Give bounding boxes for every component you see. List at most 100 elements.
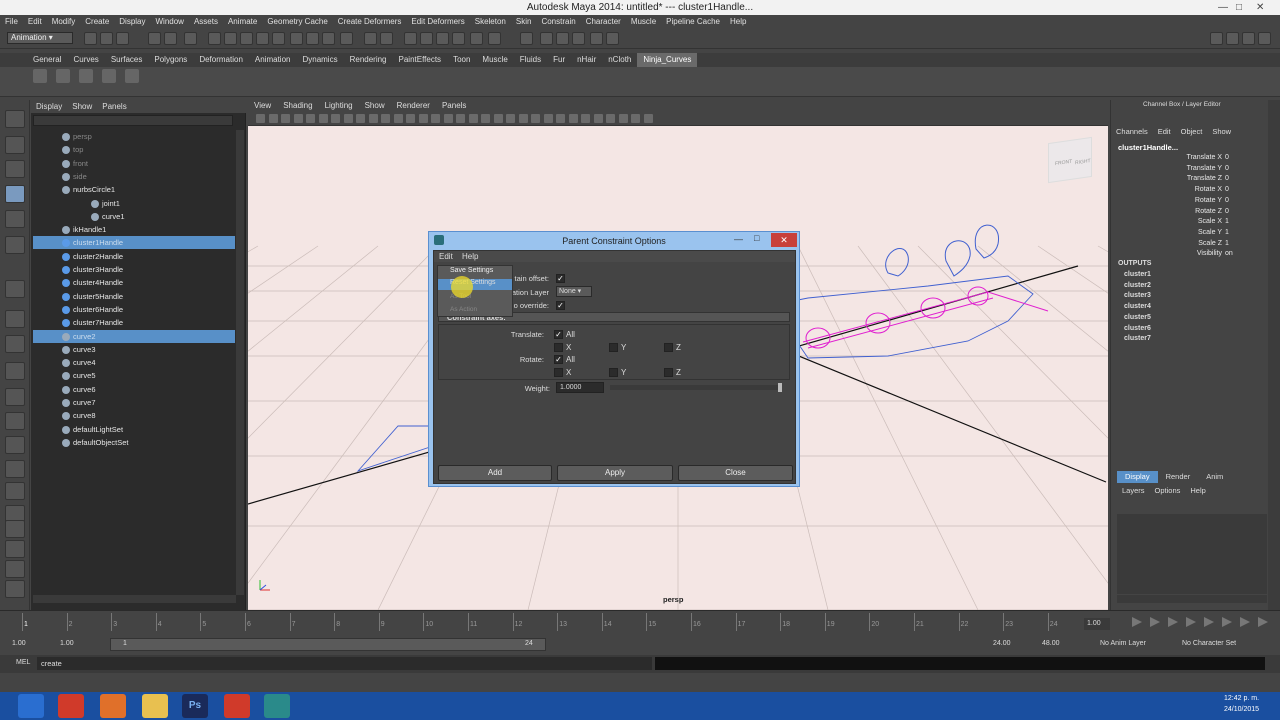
outliner-row[interactable]: curve4 bbox=[33, 356, 235, 369]
viewport-tool-icon[interactable] bbox=[418, 114, 428, 123]
output-item[interactable]: cluster1 bbox=[1124, 271, 1151, 278]
cmd-input[interactable]: create bbox=[37, 657, 652, 670]
outliner-row[interactable]: defaultObjectSet bbox=[33, 436, 235, 449]
toolbox-tool-icon[interactable] bbox=[5, 110, 25, 128]
statusline-tool-icon[interactable] bbox=[364, 32, 377, 45]
outliner-row[interactable]: curve7 bbox=[33, 396, 235, 409]
menu-skeleton[interactable]: Skeleton bbox=[470, 15, 511, 29]
apply-button[interactable]: Apply bbox=[557, 465, 673, 481]
layer-tab-anim[interactable]: Anim bbox=[1198, 471, 1231, 483]
channel-attr-row[interactable]: Rotate X0 bbox=[1151, 185, 1236, 195]
viewport-tool-icon[interactable] bbox=[381, 114, 390, 123]
step-back-icon[interactable] bbox=[1150, 617, 1160, 627]
dialog-menu-help[interactable]: Help bbox=[462, 252, 478, 261]
outliner-row[interactable]: curve2 bbox=[33, 329, 235, 343]
outliner-scrollbar[interactable] bbox=[236, 130, 244, 595]
channel-attr-row[interactable]: Scale Y1 bbox=[1151, 228, 1236, 238]
statusline-tool-icon[interactable] bbox=[184, 32, 197, 45]
statusline-tool-icon[interactable] bbox=[556, 32, 569, 45]
outliner-row[interactable]: nurbsCircle1 bbox=[33, 183, 235, 196]
add-button[interactable]: Add bbox=[438, 465, 552, 481]
statusline-tool-icon[interactable] bbox=[208, 32, 221, 45]
shelf-tab-surfaces[interactable]: Surfaces bbox=[105, 53, 149, 67]
viewport-tool-icon[interactable] bbox=[256, 114, 265, 123]
statusline-tool-icon[interactable] bbox=[380, 32, 393, 45]
outliner-row[interactable]: cluster6Handle bbox=[33, 303, 235, 316]
key-fwd-icon[interactable] bbox=[1222, 617, 1232, 627]
viewport-tool-icon[interactable] bbox=[443, 114, 453, 123]
viewport-menu-panels[interactable]: Panels bbox=[436, 100, 472, 112]
toolbox-tool-icon[interactable] bbox=[5, 482, 25, 500]
menu-save-settings[interactable]: Save Settings bbox=[450, 267, 493, 274]
output-item[interactable]: cluster3 bbox=[1124, 292, 1151, 299]
mode-selector[interactable]: Animation ▾ bbox=[7, 32, 73, 44]
menu-create-deformers[interactable]: Create Deformers bbox=[333, 15, 407, 29]
toolbox-tool-icon[interactable] bbox=[5, 280, 25, 298]
output-item[interactable]: cluster6 bbox=[1124, 325, 1151, 332]
rotate-x-checkbox[interactable] bbox=[554, 368, 563, 377]
anim-layer-select[interactable]: No Anim Layer bbox=[1100, 640, 1146, 647]
menu-edit-deformers[interactable]: Edit Deformers bbox=[406, 15, 469, 29]
statusline-tool-icon[interactable] bbox=[116, 32, 129, 45]
output-item[interactable]: cluster2 bbox=[1124, 282, 1151, 289]
channel-attr-row[interactable]: Translate X0 bbox=[1151, 153, 1236, 163]
shelf-tab-ninja-curves[interactable]: Ninja_Curves bbox=[637, 53, 698, 67]
dialog-close-icon[interactable]: ✕ bbox=[771, 233, 797, 247]
viewport-tool-icon[interactable] bbox=[581, 114, 590, 123]
channel-attr-row[interactable]: Rotate Y0 bbox=[1151, 196, 1236, 206]
viewport-menu-lighting[interactable]: Lighting bbox=[319, 100, 359, 112]
rotate-z-checkbox[interactable] bbox=[664, 368, 673, 377]
toolbox-tool-icon[interactable] bbox=[5, 136, 25, 154]
range-end-field[interactable]: 24.00 bbox=[993, 640, 1011, 647]
outliner-row[interactable]: cluster7Handle bbox=[33, 316, 235, 329]
outliner-menu-panels[interactable]: Panels bbox=[97, 100, 131, 113]
statusline-tool-icon[interactable] bbox=[590, 32, 603, 45]
toolbox-tool-icon[interactable] bbox=[5, 160, 25, 178]
statusline-tool-icon[interactable] bbox=[256, 32, 269, 45]
statusline-tool-icon[interactable] bbox=[404, 32, 417, 45]
toolbox-tool-icon[interactable] bbox=[5, 210, 25, 228]
shelf-tab-deformation[interactable]: Deformation bbox=[193, 53, 249, 67]
layer-menu-options[interactable]: Options bbox=[1150, 485, 1186, 497]
viewport-tool-icon[interactable] bbox=[293, 114, 303, 123]
rotate-y-checkbox[interactable] bbox=[609, 368, 618, 377]
viewport-tool-icon[interactable] bbox=[306, 114, 315, 123]
toolbox-tool-icon[interactable] bbox=[5, 460, 25, 478]
outliner-row[interactable]: cluster4Handle bbox=[33, 276, 235, 289]
viewport-tool-icon[interactable] bbox=[506, 114, 515, 123]
channel-attr-row[interactable]: Visibility on bbox=[1151, 249, 1236, 259]
output-item[interactable]: cluster4 bbox=[1124, 303, 1151, 310]
shelf-tab-fluids[interactable]: Fluids bbox=[514, 53, 547, 67]
layer-tab-display[interactable]: Display bbox=[1117, 471, 1158, 483]
channelbox-menu-object[interactable]: Object bbox=[1176, 126, 1208, 138]
ie-icon[interactable] bbox=[18, 694, 44, 718]
shelf-tab-rendering[interactable]: Rendering bbox=[344, 53, 393, 67]
statusline-tool-icon[interactable] bbox=[470, 32, 483, 45]
toolbox-tool-icon[interactable] bbox=[5, 580, 25, 598]
outliner-row[interactable]: curve1 bbox=[33, 210, 235, 223]
menu-as-action[interactable]: As Action bbox=[450, 306, 477, 313]
statusline-tool-icon[interactable] bbox=[520, 32, 533, 45]
override-checkbox[interactable]: ✓ bbox=[556, 301, 565, 310]
shelf-tool-icon[interactable] bbox=[56, 69, 70, 83]
shelf-tab-painteffects[interactable]: PaintEffects bbox=[393, 53, 448, 67]
step-fwd-icon[interactable] bbox=[1240, 617, 1250, 627]
statusline-tool-icon[interactable] bbox=[100, 32, 113, 45]
outliner-menu-show[interactable]: Show bbox=[67, 100, 97, 113]
statusline-tool-icon[interactable] bbox=[290, 32, 303, 45]
outliner-row[interactable]: cluster5Handle bbox=[33, 290, 235, 303]
panel-toggle-icon[interactable] bbox=[1226, 32, 1239, 45]
toolbox-tool-icon[interactable] bbox=[5, 310, 25, 328]
viewport-tool-icon[interactable] bbox=[593, 114, 603, 123]
outliner-row[interactable]: top bbox=[33, 143, 235, 156]
range-start-field[interactable]: 1.00 bbox=[12, 640, 26, 647]
shelf-tab-muscle[interactable]: Muscle bbox=[476, 53, 513, 67]
outliner-filter-input[interactable] bbox=[33, 115, 233, 126]
weight-field[interactable]: 1.0000 bbox=[556, 382, 604, 393]
maya-taskbar-icon[interactable] bbox=[264, 694, 290, 718]
statusline-tool-icon[interactable] bbox=[452, 32, 465, 45]
dialog-menu-edit[interactable]: Edit bbox=[439, 252, 453, 261]
channel-attr-row[interactable]: Scale Z1 bbox=[1151, 239, 1236, 249]
outliner-row[interactable]: curve3 bbox=[33, 343, 235, 356]
viewport-menu-show[interactable]: Show bbox=[359, 100, 391, 112]
